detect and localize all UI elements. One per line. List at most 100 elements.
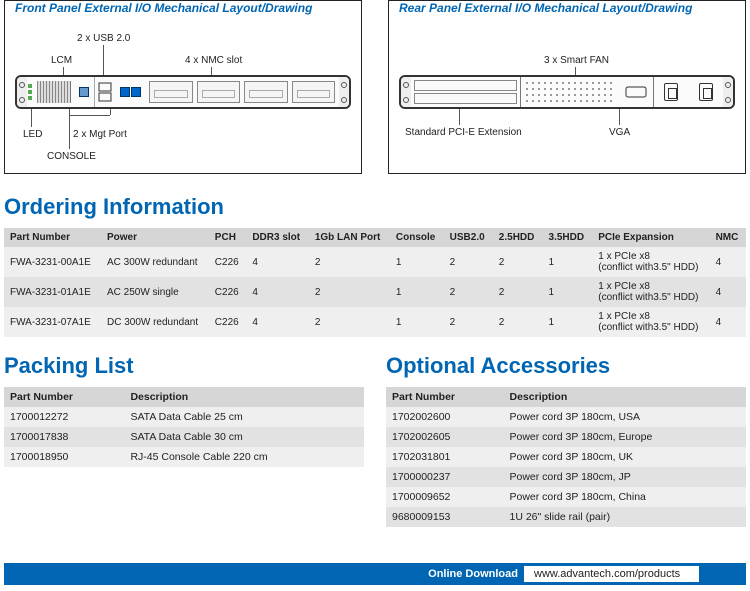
ordering-cell: 2: [493, 277, 543, 307]
packing-header-row: Part NumberDescription: [4, 387, 364, 407]
led-label: LED: [23, 129, 42, 140]
ordering-cell: 2: [444, 247, 493, 277]
accessories-header-cell: Description: [504, 387, 747, 407]
ordering-cell: 1 x PCIe x8(conflict with3.5" HDD): [592, 247, 709, 277]
ordering-cell: 1 x PCIe x8(conflict with3.5" HDD): [592, 277, 709, 307]
ordering-cell: 2: [493, 307, 543, 337]
rear-top-labels: 3 x Smart FAN: [399, 33, 735, 75]
accessories-header-row: Part NumberDescription: [386, 387, 746, 407]
usb-ports-icon: [95, 77, 115, 107]
ordering-cell: FWA-3231-07A1E: [4, 307, 101, 337]
accessories-cell: Power cord 3P 180cm, UK: [504, 447, 747, 467]
rack-handle-icon: [339, 77, 349, 107]
pcie-label: Standard PCI-E Extension: [405, 127, 522, 138]
front-bottom-labels: LED 2 x Mgt Port CONSOLE: [15, 109, 351, 159]
usb-label: 2 x USB 2.0: [77, 33, 130, 44]
table-row: FWA-3231-07A1EDC 300W redundantC22642122…: [4, 307, 746, 337]
ordering-cell: 1: [543, 247, 593, 277]
packing-header-cell: Description: [124, 387, 364, 407]
online-download-label: Online Download: [428, 568, 518, 580]
table-row: FWA-3231-00A1EAC 300W redundantC22642122…: [4, 247, 746, 277]
accessories-cell: Power cord 3P 180cm, China: [504, 487, 747, 507]
rack-handle-icon: [401, 77, 411, 107]
ordering-cell: FWA-3231-01A1E: [4, 277, 101, 307]
front-device-drawing: [15, 75, 351, 109]
ordering-cell: 1: [543, 277, 593, 307]
callout-line: [31, 109, 32, 127]
footer-bar: Online Download www.advantech.com/produc…: [4, 563, 746, 585]
rear-device-drawing: [399, 75, 735, 109]
ordering-header-cell: 3.5HDD: [543, 228, 593, 247]
ordering-heading: Ordering Information: [4, 194, 750, 220]
packing-cell: SATA Data Cable 30 cm: [124, 427, 364, 447]
accessories-header-cell: Part Number: [386, 387, 504, 407]
table-row: 1702002605Power cord 3P 180cm, Europe: [386, 427, 746, 447]
ordering-cell: C226: [209, 247, 247, 277]
front-panel: Front Panel External I/O Mechanical Layo…: [4, 0, 362, 174]
led-strip-icon: [27, 77, 35, 107]
ordering-header-cell: Power: [101, 228, 209, 247]
rear-panel-title: Rear Panel External I/O Mechanical Layou…: [399, 1, 735, 15]
packing-heading: Packing List: [4, 353, 364, 379]
table-row: 1700018950RJ-45 Console Cable 220 cm: [4, 447, 364, 467]
ordering-cell: 2: [309, 247, 390, 277]
pcie-slots-icon: [411, 77, 521, 107]
vga-label: VGA: [609, 127, 630, 138]
ordering-header-cell: NMC: [710, 228, 746, 247]
ordering-cell: 1: [543, 307, 593, 337]
accessories-cell: 1702002600: [386, 407, 504, 427]
ordering-cell: C226: [209, 307, 247, 337]
accessories-cell: 1700000237: [386, 467, 504, 487]
ordering-cell: 2: [444, 277, 493, 307]
ordering-header-cell: PCH: [209, 228, 247, 247]
packing-cell: RJ-45 Console Cable 220 cm: [124, 447, 364, 467]
ordering-cell: C226: [209, 277, 247, 307]
rear-panel: Rear Panel External I/O Mechanical Layou…: [388, 0, 746, 174]
ordering-cell: 2: [309, 277, 390, 307]
packing-cell: 1700017838: [4, 427, 124, 447]
ordering-header-cell: Part Number: [4, 228, 101, 247]
ordering-table: Part NumberPowerPCHDDR3 slot1Gb LAN Port…: [4, 228, 746, 337]
packing-cell: SATA Data Cable 25 cm: [124, 407, 364, 427]
callout-line: [69, 115, 110, 116]
rack-handle-icon: [723, 77, 733, 107]
ordering-cell: 4: [710, 277, 746, 307]
ordering-cell: 1: [390, 247, 444, 277]
rack-handle-icon: [17, 77, 27, 107]
vga-port-icon: [619, 77, 653, 107]
ordering-body: FWA-3231-00A1EAC 300W redundantC22642122…: [4, 247, 746, 337]
ordering-header-row: Part NumberPowerPCHDDR3 slot1Gb LAN Port…: [4, 228, 746, 247]
callout-line: [575, 67, 576, 75]
front-top-labels: 2 x USB 2.0 LCM 4 x NMC slot: [15, 33, 351, 75]
console-label: CONSOLE: [47, 151, 96, 162]
fan-grill-icon: [524, 80, 616, 104]
packing-body: 1700012272SATA Data Cable 25 cm170001783…: [4, 407, 364, 467]
fan-label: 3 x Smart FAN: [544, 55, 609, 66]
accessories-cell: 1702002605: [386, 427, 504, 447]
accessories-cell: Power cord 3P 180cm, USA: [504, 407, 747, 427]
accessories-table: Part NumberDescription 1702002600Power c…: [386, 387, 746, 527]
lcm-icon: [37, 81, 71, 103]
ordering-cell: 4: [710, 247, 746, 277]
accessories-heading: Optional Accessories: [386, 353, 746, 379]
accessories-body: 1702002600Power cord 3P 180cm, USA170200…: [386, 407, 746, 527]
ordering-cell: 2: [444, 307, 493, 337]
accessories-cell: 9680009153: [386, 507, 504, 527]
table-row: FWA-3231-01A1EAC 250W singleC2264212211 …: [4, 277, 746, 307]
callout-line: [110, 109, 111, 115]
console-port-icon: [73, 77, 95, 107]
accessories-cell: Power cord 3P 180cm, Europe: [504, 427, 747, 447]
ordering-cell: 4: [246, 307, 309, 337]
ordering-header-cell: PCIe Expansion: [592, 228, 709, 247]
ordering-cell: 4: [710, 307, 746, 337]
mgt-label: 2 x Mgt Port: [73, 129, 127, 140]
packing-table: Part NumberDescription 1700012272SATA Da…: [4, 387, 364, 467]
table-row: 1702031801Power cord 3P 180cm, UK: [386, 447, 746, 467]
online-download-url[interactable]: www.advantech.com/products: [524, 566, 699, 582]
table-row: 1700017838SATA Data Cable 30 cm: [4, 427, 364, 447]
callout-line: [211, 67, 212, 75]
ordering-cell: 2: [309, 307, 390, 337]
nmc-label: 4 x NMC slot: [185, 55, 242, 66]
callout-line: [459, 109, 460, 125]
panels-row: Front Panel External I/O Mechanical Layo…: [0, 0, 750, 188]
